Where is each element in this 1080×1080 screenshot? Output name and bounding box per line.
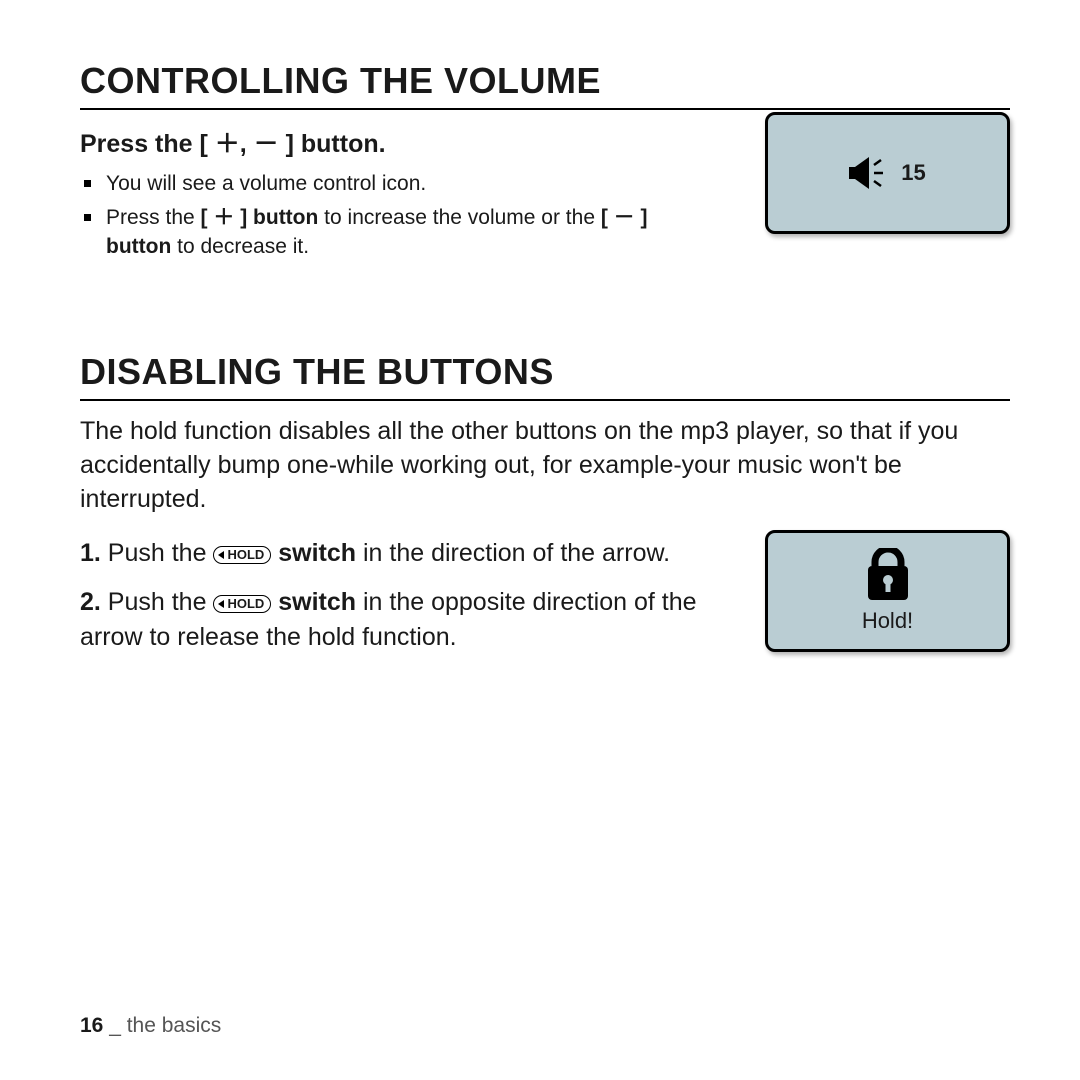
lock-icon — [863, 548, 913, 604]
hold-switch-icon: HOLD — [213, 595, 271, 613]
text: switch — [278, 588, 356, 616]
text: Press the — [80, 130, 200, 158]
text: to increase the volume or the — [318, 206, 601, 229]
steps-wrap: 1. Push the HOLD switch in the direction… — [80, 536, 1010, 655]
bullet: You will see a volume control icon. — [84, 170, 700, 198]
volume-value: 15 — [901, 160, 925, 186]
intro-text: The hold function disables all the other… — [80, 415, 1010, 516]
heading-volume: CONTROLLING THE VOLUME — [80, 60, 1010, 110]
text: You will see a volume control icon. — [106, 172, 426, 195]
hold-switch-icon: HOLD — [213, 546, 271, 564]
separator: _ — [103, 1014, 126, 1037]
step-number: 1. — [80, 539, 101, 567]
bullet-list: You will see a volume control icon. Pres… — [80, 170, 700, 261]
step-number: 2. — [80, 588, 101, 616]
text: to decrease it. — [171, 235, 309, 258]
chapter-name: the basics — [127, 1014, 222, 1037]
text: . — [379, 130, 386, 158]
hold-label: Hold! — [862, 608, 913, 634]
heading-hold: DISABLING THE BUTTONS — [80, 351, 1010, 401]
hold-switch-label: HOLD — [227, 596, 264, 611]
bullet: Press the [ ＋ ] button to increase the v… — [84, 204, 700, 261]
text: in the direction of the arrow. — [356, 539, 670, 567]
step: 1. Push the HOLD switch in the direction… — [80, 536, 720, 571]
steps-list: 1. Push the HOLD switch in the direction… — [80, 536, 720, 655]
footer: 16 _ the basics — [80, 1014, 221, 1038]
button-ref: [ ＋, － ] button — [200, 130, 379, 158]
page-number: 16 — [80, 1014, 103, 1037]
hold-switch-label: HOLD — [227, 547, 264, 562]
text: Press the — [106, 206, 201, 229]
screen-hold: Hold! — [765, 530, 1010, 652]
volume-icon — [849, 155, 891, 191]
section-hold: DISABLING THE BUTTONS The hold function … — [80, 351, 1010, 655]
screen-volume: 15 — [765, 112, 1010, 234]
step: 2. Push the HOLD switch in the opposite … — [80, 585, 720, 655]
text: Push the — [101, 588, 214, 616]
section-volume: CONTROLLING THE VOLUME Press the [ ＋, － … — [80, 60, 1010, 261]
text: switch — [278, 539, 356, 567]
button-ref: [ ＋ ] button — [201, 206, 319, 229]
text: Push the — [101, 539, 214, 567]
